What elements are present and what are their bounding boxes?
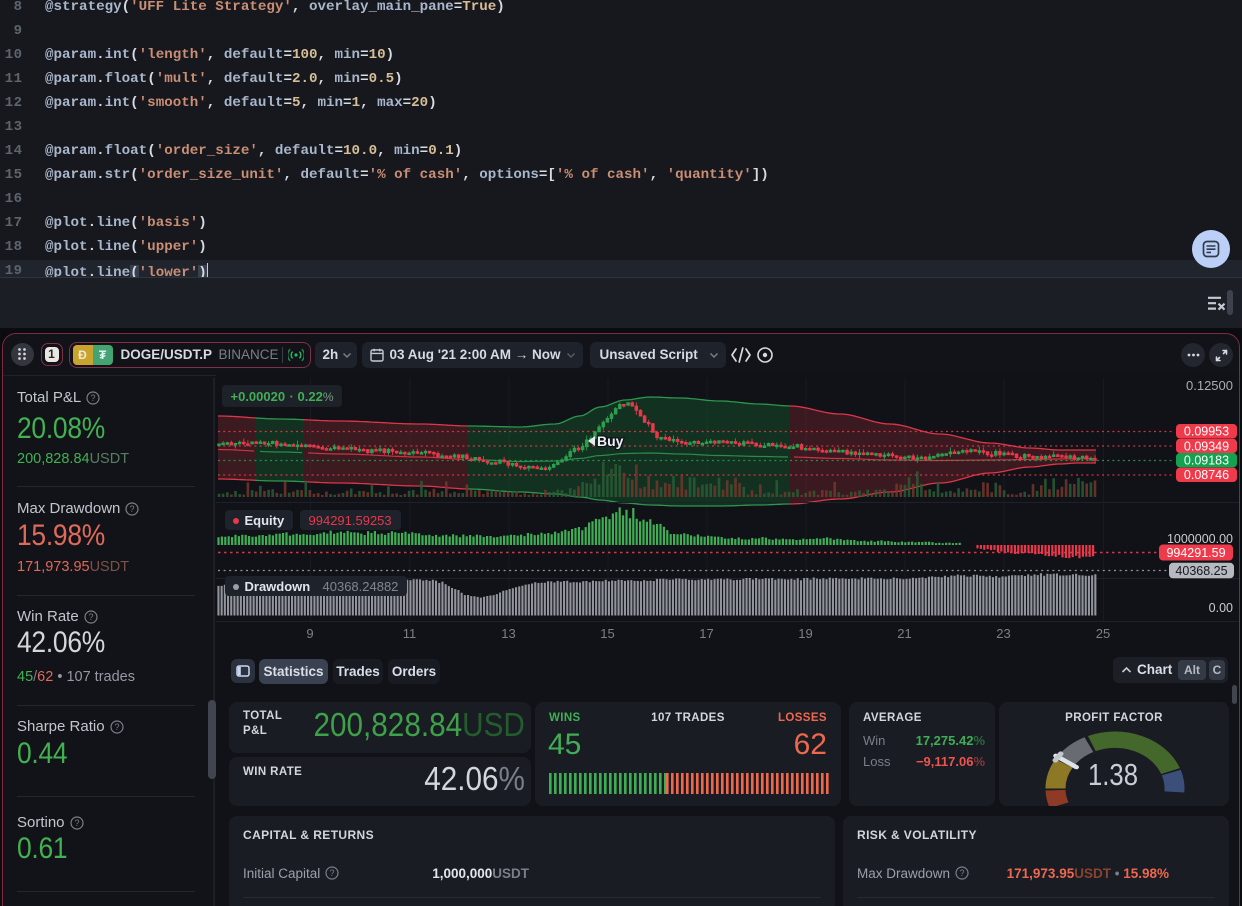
svg-text:?: ? <box>88 612 93 622</box>
svg-text:1.38: 1.38 <box>1088 757 1138 792</box>
svg-text:15: 15 <box>600 626 614 641</box>
svg-text:0.09349: 0.09349 <box>1183 439 1228 453</box>
svg-text:0.00: 0.00 <box>1208 601 1232 615</box>
svg-text:25: 25 <box>1095 626 1109 641</box>
svg-text:23: 23 <box>996 626 1010 641</box>
svg-text:1000000.00: 1000000.00 <box>1166 532 1232 546</box>
svg-text:13: 13 <box>501 626 515 641</box>
svg-text:0.09953: 0.09953 <box>1183 424 1228 438</box>
svg-text:19: 19 <box>798 626 812 641</box>
svg-text:9: 9 <box>306 626 313 641</box>
svg-text:11: 11 <box>402 626 416 641</box>
svg-text:0.09183: 0.09183 <box>1183 453 1228 467</box>
svg-text:17: 17 <box>699 626 713 641</box>
svg-text:40368.25: 40368.25 <box>1175 563 1227 577</box>
svg-text:?: ? <box>130 504 135 514</box>
svg-text:0.12500: 0.12500 <box>1186 378 1233 393</box>
svg-text:994291.59: 994291.59 <box>1166 546 1225 560</box>
svg-text:?: ? <box>91 393 96 403</box>
svg-text:0.08746: 0.08746 <box>1183 468 1228 482</box>
svg-text:Buy: Buy <box>597 433 624 449</box>
svg-text:21: 21 <box>897 626 911 641</box>
svg-text:?: ? <box>114 722 119 732</box>
svg-text:?: ? <box>74 818 79 828</box>
